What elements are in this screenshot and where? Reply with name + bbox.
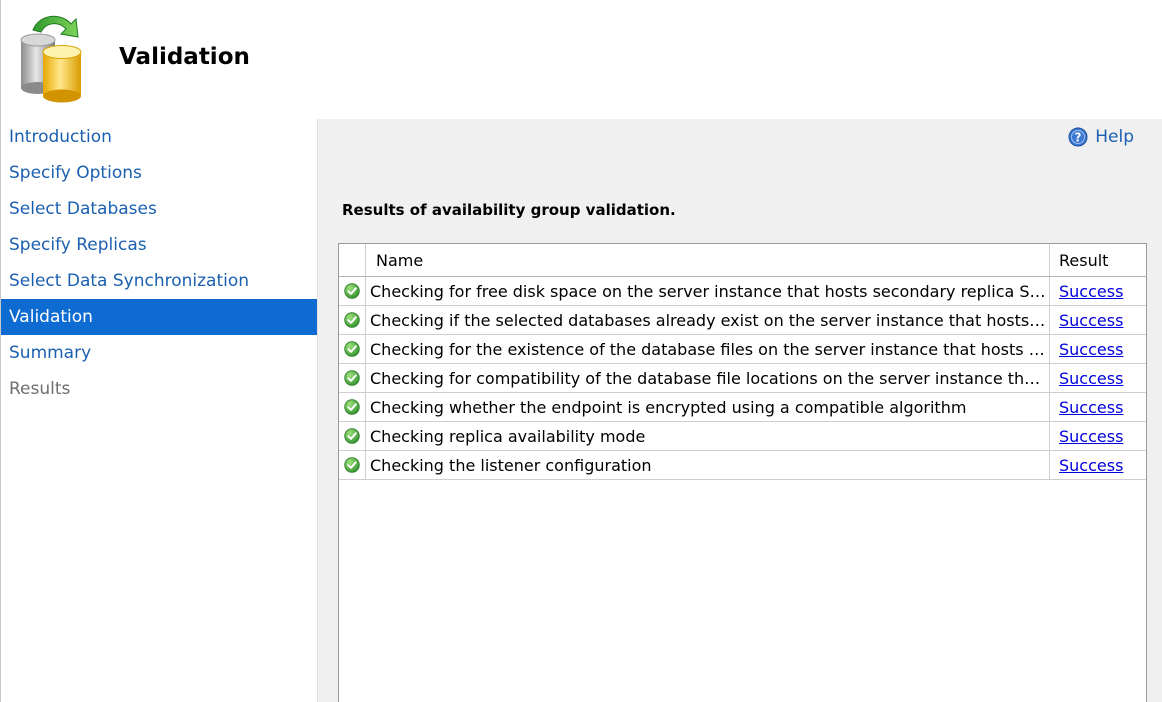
table-row[interactable]: Checking for free disk space on the serv… <box>339 277 1146 306</box>
row-name: Checking for free disk space on the serv… <box>366 277 1050 305</box>
table-row[interactable]: Checking if the selected databases alrea… <box>339 306 1146 335</box>
result-link[interactable]: Success <box>1059 340 1123 359</box>
row-result: Success <box>1050 277 1146 305</box>
result-link[interactable]: Success <box>1059 398 1123 417</box>
grid-rows: Checking for free disk space on the serv… <box>339 277 1146 480</box>
sidebar-item-summary[interactable]: Summary <box>1 335 317 371</box>
grid-header: Name Result <box>339 244 1146 277</box>
table-row[interactable]: Checking the listener configuration Succe… <box>339 451 1146 480</box>
row-result: Success <box>1050 393 1146 421</box>
help-icon: ? <box>1068 127 1088 147</box>
row-name: Checking if the selected databases alrea… <box>366 306 1050 334</box>
table-row[interactable]: Checking for the existence of the databa… <box>339 335 1146 364</box>
table-row[interactable]: Checking for compatibility of the databa… <box>339 364 1146 393</box>
sidebar-item-results: Results <box>9 379 71 399</box>
success-check-icon <box>339 277 366 305</box>
row-result: Success <box>1050 422 1146 450</box>
success-check-icon <box>339 364 366 392</box>
header-result[interactable]: Result <box>1050 244 1146 276</box>
sidebar-item-select-data-synchronization[interactable]: Select Data Synchronization <box>1 263 317 299</box>
content-pane: ? Help Results of availability group val… <box>317 119 1162 702</box>
table-row[interactable]: Checking whether the endpoint is encrypt… <box>339 393 1146 422</box>
success-check-icon <box>339 451 366 479</box>
success-check-icon <box>339 306 366 334</box>
header-status-column <box>339 244 366 276</box>
row-name: Checking for the existence of the databa… <box>366 335 1050 363</box>
sidebar-item-specify-replicas[interactable]: Specify Replicas <box>1 227 317 263</box>
sidebar-item-introduction[interactable]: Introduction <box>1 119 317 155</box>
help-label: Help <box>1095 127 1134 147</box>
row-name: Checking the listener configuration <box>366 451 1050 479</box>
results-heading: Results of availability group validation… <box>342 201 676 219</box>
row-result: Success <box>1050 306 1146 334</box>
wizard-navigation: Introduction Specify Options Select Data… <box>1 119 317 702</box>
row-name: Checking replica availability mode <box>366 422 1050 450</box>
svg-text:?: ? <box>1075 131 1082 145</box>
success-check-icon <box>339 393 366 421</box>
wizard-header: Validation <box>1 0 1162 119</box>
result-link[interactable]: Success <box>1059 427 1123 446</box>
row-name: Checking whether the endpoint is encrypt… <box>366 393 1050 421</box>
page-title: Validation <box>119 44 250 70</box>
row-result: Success <box>1050 451 1146 479</box>
row-result: Success <box>1050 364 1146 392</box>
table-row[interactable]: Checking replica availability mode Succes… <box>339 422 1146 451</box>
sidebar-item-specify-options[interactable]: Specify Options <box>1 155 317 191</box>
result-link[interactable]: Success <box>1059 311 1123 330</box>
validation-results-grid: Name Result Checking for free disk space… <box>338 243 1147 702</box>
success-check-icon <box>339 422 366 450</box>
result-link[interactable]: Success <box>1059 369 1123 388</box>
result-link[interactable]: Success <box>1059 282 1123 301</box>
row-name: Checking for compatibility of the databa… <box>366 364 1050 392</box>
help-link[interactable]: ? Help <box>1068 127 1134 147</box>
sidebar-item-select-databases[interactable]: Select Databases <box>1 191 317 227</box>
success-check-icon <box>339 335 366 363</box>
sidebar-item-validation[interactable]: Validation <box>1 299 317 335</box>
result-link[interactable]: Success <box>1059 456 1123 475</box>
row-result: Success <box>1050 335 1146 363</box>
header-name[interactable]: Name <box>366 244 1050 276</box>
database-refresh-icon <box>20 15 82 103</box>
